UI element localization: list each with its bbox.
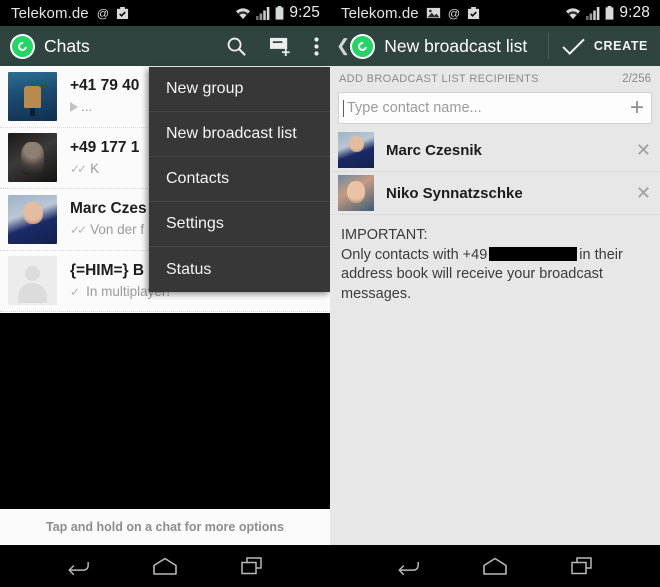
avatar — [8, 256, 57, 306]
chat-item-preview: ... — [81, 99, 93, 115]
obscured-region — [0, 313, 330, 509]
signal-icon — [586, 6, 600, 20]
create-button-label[interactable]: CREATE — [592, 39, 660, 53]
menu-item-new-group[interactable]: New group — [149, 67, 330, 112]
overflow-menu-icon[interactable] — [303, 26, 330, 66]
hint-bar: Tap and hold on a chat for more options — [0, 509, 330, 545]
signal-icon — [256, 6, 270, 20]
chat-item-title: +49 177 1 — [70, 138, 140, 156]
recipient-row[interactable]: Marc Czesnik ✕ — [330, 129, 660, 172]
at-icon: @ — [447, 6, 461, 20]
whatsapp-logo-icon — [350, 33, 376, 59]
contact-search-field[interactable]: Type contact name... + — [338, 92, 652, 124]
back-chevron-icon[interactable]: ❮ — [336, 36, 350, 56]
carrier-label: Telekom.de — [11, 4, 89, 22]
home-icon[interactable] — [472, 551, 518, 581]
recents-icon[interactable] — [559, 551, 605, 581]
important-text-before: Only contacts with +49 — [341, 246, 488, 263]
overflow-menu: New group New broadcast list Contacts Se… — [149, 67, 330, 292]
double-check-icon: ✓✓ — [70, 161, 87, 176]
screenshot-root: Telekom.de @ 9:25 Chats +41 79 40 ... +4… — [0, 0, 660, 587]
search-input[interactable]: Type contact name... — [347, 100, 630, 116]
right-navigation-bar — [330, 545, 660, 587]
screenshot-icon — [116, 6, 129, 20]
back-icon[interactable] — [385, 551, 431, 581]
important-body: Only contacts with +49 in their address b… — [341, 246, 650, 305]
hint-label: Tap and hold on a chat for more options — [46, 520, 284, 534]
menu-item-label: New group — [166, 80, 244, 97]
new-chat-icon[interactable] — [258, 26, 303, 66]
status-system-icons: 9:25 — [235, 4, 330, 22]
broadcast-form: ADD BROADCAST LIST RECIPIENTS 2/256 Type… — [330, 66, 660, 545]
image-icon — [426, 7, 441, 19]
svg-text:@: @ — [96, 6, 109, 20]
left-phone-panel: Telekom.de @ 9:25 Chats +41 79 40 ... +4… — [0, 0, 330, 587]
screenshot-icon — [467, 6, 480, 20]
recipient-name: Niko Synnatzschke — [386, 184, 523, 202]
plus-icon[interactable]: + — [630, 96, 644, 120]
avatar — [8, 133, 57, 183]
avatar — [8, 194, 57, 244]
chat-item-title: {=HIM=} B — [70, 261, 145, 279]
status-system-icons: 9:28 — [565, 4, 660, 22]
chat-item-preview: Von der f — [90, 222, 145, 238]
menu-item-status[interactable]: Status — [149, 247, 330, 292]
wifi-icon — [565, 7, 581, 20]
right-status-bar: Telekom.de @ 9:28 — [330, 0, 660, 26]
menu-item-label: Status — [166, 260, 212, 278]
page-title: New broadcast list — [384, 35, 528, 56]
at-icon: @ — [96, 6, 110, 20]
wifi-icon — [235, 7, 251, 20]
avatar — [338, 175, 374, 211]
whatsapp-logo-icon — [10, 33, 35, 59]
important-notice: IMPORTANT: Only contacts with +49 in thei… — [330, 215, 660, 304]
double-check-icon: ✓✓ — [70, 223, 87, 238]
recipient-count: 2/256 — [622, 72, 651, 85]
battery-icon — [605, 6, 614, 20]
text-caret — [343, 99, 344, 117]
chat-item-title: +41 79 40 — [70, 77, 140, 95]
section-label: ADD BROADCAST LIST RECIPIENTS — [339, 72, 539, 85]
recipients-section-header: ADD BROADCAST LIST RECIPIENTS 2/256 — [330, 66, 660, 91]
right-phone-panel: Telekom.de @ 9:28 ❮ New broadcast list C… — [330, 0, 660, 587]
close-icon[interactable]: ✕ — [636, 184, 651, 202]
chat-item-title: Marc Czes — [70, 200, 147, 218]
recipient-row[interactable]: Niko Synnatzschke ✕ — [330, 172, 660, 215]
menu-item-contacts[interactable]: Contacts — [149, 157, 330, 202]
page-title: Chats — [44, 35, 90, 56]
home-icon[interactable] — [142, 551, 188, 581]
chat-item-preview: K — [90, 160, 100, 176]
menu-item-label: Settings — [166, 215, 224, 232]
clock-label: 9:28 — [619, 4, 650, 21]
play-icon — [70, 102, 78, 113]
svg-text:@: @ — [447, 6, 460, 20]
menu-item-new-broadcast-list[interactable]: New broadcast list — [149, 112, 330, 157]
close-icon[interactable]: ✕ — [636, 141, 651, 159]
single-check-icon: ✓ — [70, 284, 81, 299]
recents-icon[interactable] — [229, 551, 275, 581]
left-action-bar: Chats — [0, 26, 330, 66]
battery-icon — [275, 6, 284, 20]
avatar — [338, 132, 374, 168]
avatar — [8, 71, 57, 121]
left-navigation-bar — [0, 545, 330, 587]
left-action-buttons — [215, 26, 330, 66]
recipient-name: Marc Czesnik — [386, 141, 482, 159]
menu-item-settings[interactable]: Settings — [149, 202, 330, 247]
create-button[interactable] — [549, 26, 592, 66]
redaction-bar — [489, 246, 578, 261]
carrier-label: Telekom.de — [341, 4, 419, 22]
status-notification-icons: @ — [96, 6, 129, 20]
search-icon[interactable] — [215, 26, 258, 66]
back-icon[interactable] — [55, 551, 101, 581]
left-status-bar: Telekom.de @ 9:25 — [0, 0, 330, 26]
important-heading: IMPORTANT: — [341, 227, 428, 243]
right-action-buttons: CREATE — [547, 26, 660, 66]
right-action-bar: ❮ New broadcast list CREATE — [330, 26, 660, 66]
menu-item-label: Contacts — [166, 170, 230, 187]
status-notification-icons: @ — [426, 6, 480, 20]
menu-item-label: New broadcast list — [166, 125, 297, 142]
clock-label: 9:25 — [289, 4, 320, 21]
